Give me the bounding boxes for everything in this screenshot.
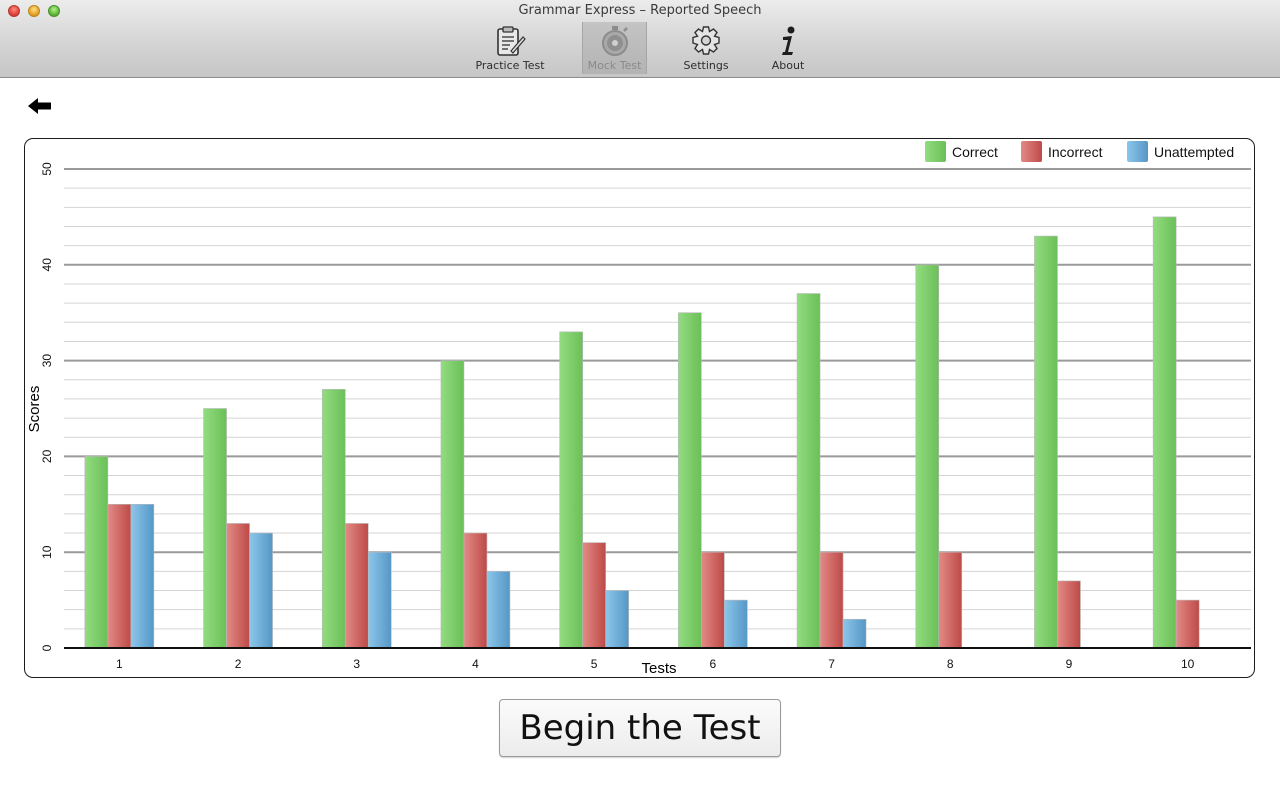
bar-unattempted-test-1 (130, 503, 155, 649)
title-bar: Grammar Express – Reported Speech Practi… (0, 0, 1280, 78)
toolbar-settings[interactable]: Settings (680, 22, 732, 74)
toolbar-mock-test[interactable]: Mock Test (582, 22, 647, 74)
toolbar: Practice Test Mock Test Settings About (0, 22, 1280, 77)
x-tick-label: 7 (828, 657, 835, 671)
bar-unattempted-test-5 (605, 590, 629, 649)
back-button[interactable] (27, 96, 53, 116)
bar-correct-test-6 (678, 312, 702, 649)
bar-correct-test-10 (1152, 216, 1177, 649)
y-tick-label: 20 (40, 449, 54, 463)
x-tick-label: 2 (235, 657, 242, 671)
bar-correct-test-9 (1034, 235, 1058, 649)
score-bar-chart: Scores Tests 0 10 20 30 40 50 1 2 3 4 5 6 7 8 9 10 Corr… (26, 141, 1251, 677)
gear-icon (692, 26, 720, 55)
bar-unattempted-test-7 (842, 618, 867, 649)
score-chart: Scores Tests 0 10 20 30 40 50 1 2 3 4 5 6 7 8 9 10 Corr… (24, 138, 1255, 678)
x-tick-label: 6 (710, 657, 717, 671)
bar-incorrect-test-9 (1057, 580, 1081, 649)
bar-incorrect-test-5 (582, 542, 606, 649)
bar-incorrect-test-6 (701, 551, 725, 649)
bar-unattempted-test-2 (249, 532, 273, 649)
legend-label-incorrect: Incorrect (1048, 144, 1103, 160)
arrow-left-icon (28, 98, 51, 114)
y-axis-title: Scores (26, 386, 43, 433)
x-tick-label: 4 (472, 657, 479, 671)
bar-incorrect-test-3 (344, 523, 369, 649)
bar-correct-test-2 (203, 408, 227, 649)
bar-unattempted-test-4 (486, 571, 511, 649)
bar-correct-test-4 (440, 360, 465, 649)
toolbar-label: Practice Test (475, 59, 545, 72)
bar-correct-test-3 (321, 389, 346, 649)
bar-incorrect-test-8 (938, 551, 963, 649)
bar-incorrect-test-1 (107, 503, 132, 649)
bar-unattempted-test-3 (367, 551, 392, 649)
x-tick-label: 1 (116, 657, 123, 671)
bar-correct-test-8 (915, 264, 940, 649)
toolbar-about[interactable]: About (766, 22, 810, 74)
y-tick-label: 40 (40, 258, 54, 272)
x-tick-label: 10 (1181, 657, 1195, 671)
info-icon (782, 26, 795, 55)
legend-label-correct: Correct (952, 144, 998, 160)
toolbar-label: Settings (683, 59, 729, 72)
legend: Correct Incorrect Unattempted (925, 141, 1234, 162)
x-tick-label: 5 (591, 657, 598, 671)
x-tick-label: 3 (353, 657, 360, 671)
toolbar-label: About (771, 59, 805, 72)
stopwatch-icon (601, 26, 628, 56)
legend-swatch-unattempted (1127, 141, 1148, 162)
x-tick-label: 9 (1066, 657, 1073, 671)
legend-swatch-correct (925, 141, 946, 162)
y-tick-label: 10 (40, 545, 54, 559)
legend-swatch-incorrect (1021, 141, 1042, 162)
window-title: Grammar Express – Reported Speech (518, 3, 762, 18)
y-tick-label: 50 (40, 162, 54, 176)
bars (84, 216, 1223, 649)
bar-incorrect-test-7 (819, 551, 844, 649)
bar-unattempted-test-6 (724, 599, 748, 649)
toolbar-practice-test[interactable]: Practice Test (474, 22, 546, 74)
bar-correct-test-7 (796, 293, 821, 649)
y-tick-label: 30 (40, 354, 54, 368)
begin-test-button[interactable]: Begin the Test (499, 699, 781, 757)
bar-incorrect-test-4 (463, 532, 488, 649)
y-tick-label: 0 (40, 644, 54, 651)
x-axis-title: Tests (641, 660, 676, 677)
bar-incorrect-test-10 (1175, 599, 1200, 649)
x-tick-label: 8 (947, 657, 954, 671)
bar-correct-test-1 (84, 456, 109, 649)
toolbar-label: Mock Test (587, 59, 642, 72)
clipboard-pencil-icon (497, 26, 526, 56)
bar-incorrect-test-2 (226, 523, 250, 649)
legend-label-unattempted: Unattempted (1154, 144, 1234, 160)
bar-correct-test-5 (559, 331, 583, 649)
